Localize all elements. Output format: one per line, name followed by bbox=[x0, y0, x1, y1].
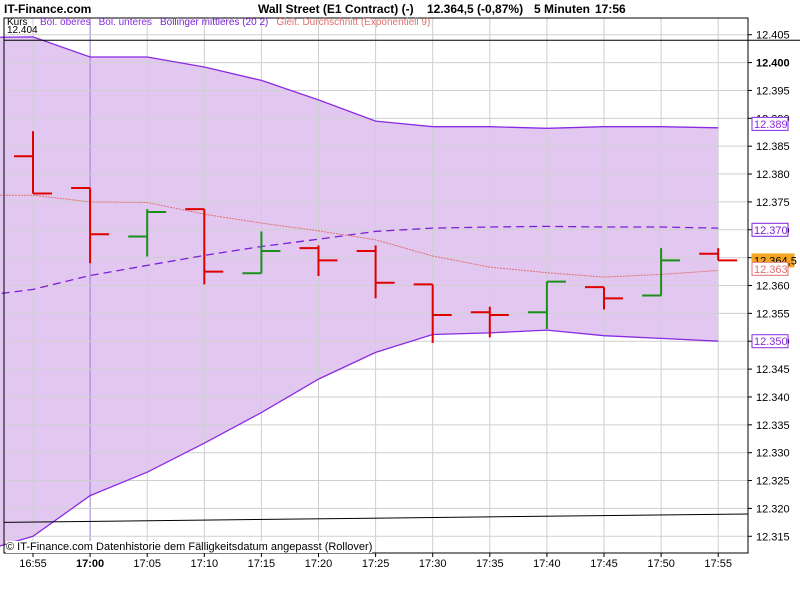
y-tick-label: 12.330 bbox=[756, 448, 790, 460]
y-tick-label: 12.380 bbox=[756, 169, 790, 181]
y-tick-label: 12.400 bbox=[756, 58, 790, 70]
x-tick-label: 16:55 bbox=[19, 558, 47, 570]
x-tick-label: 17:15 bbox=[248, 558, 276, 570]
price-marker-label: 12.370 bbox=[754, 225, 788, 237]
x-tick-label: 17:45 bbox=[590, 558, 618, 570]
y-tick-label: 12.375 bbox=[756, 197, 790, 209]
kurs-value: 12.404 bbox=[7, 25, 38, 36]
x-tick-label: 17:30 bbox=[419, 558, 447, 570]
y-tick-label: 12.360 bbox=[756, 281, 790, 293]
y-tick-label: 12.335 bbox=[756, 420, 790, 432]
price-marker-label: 12.363 bbox=[754, 264, 788, 276]
x-tick-label: 17:05 bbox=[133, 558, 161, 570]
y-tick-label: 12.395 bbox=[756, 85, 790, 97]
x-tick-label: 17:00 bbox=[76, 558, 104, 570]
y-tick-label: 12.355 bbox=[756, 308, 790, 320]
legend-ema: Gleit. Durchschnitt (Exponentiell 9) bbox=[276, 17, 431, 28]
x-tick-label: 17:35 bbox=[476, 558, 504, 570]
chart-legend: Bol. oberes Bol. unteres Bollinger mittler… bbox=[40, 17, 438, 28]
y-tick-label: 12.320 bbox=[756, 503, 790, 515]
x-tick-label: 17:50 bbox=[647, 558, 675, 570]
y-tick-label: 12.345 bbox=[756, 364, 790, 376]
x-tick-label: 17:55 bbox=[704, 558, 732, 570]
legend-bol-middle: Bollinger mittleres (20 2) bbox=[159, 17, 269, 28]
y-tick-label: 12.405 bbox=[756, 30, 790, 42]
x-tick-label: 17:10 bbox=[191, 558, 219, 570]
y-tick-label: 12.325 bbox=[756, 476, 790, 488]
x-tick-label: 17:20 bbox=[305, 558, 333, 570]
y-tick-label: 12.385 bbox=[756, 141, 790, 153]
x-tick-label: 17:25 bbox=[362, 558, 390, 570]
ohlc-chart: 12.40512.40012.39512.39012.38512.38012.3… bbox=[0, 17, 800, 570]
y-tick-label: 12.315 bbox=[756, 531, 790, 543]
price-marker-label: 12.350 bbox=[754, 336, 788, 348]
y-tick-label: 12.340 bbox=[756, 392, 790, 404]
price-marker-label: 12.389 bbox=[754, 119, 788, 131]
legend-bol-lower: Bol. unteres bbox=[98, 17, 152, 28]
copyright-footer: © IT-Finance.com Datenhistorie dem Fälli… bbox=[6, 541, 373, 553]
legend-bol-upper: Bol. oberes bbox=[40, 17, 91, 28]
x-tick-label: 17:40 bbox=[533, 558, 561, 570]
